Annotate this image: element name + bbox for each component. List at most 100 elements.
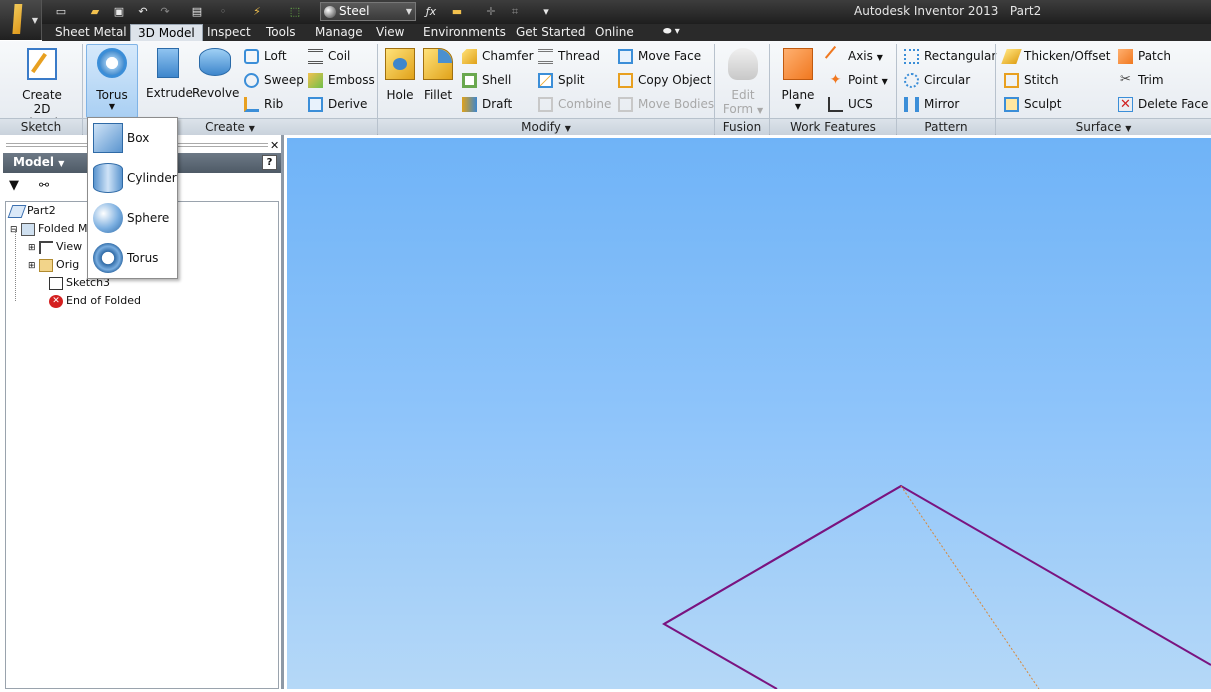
- part-icon: [7, 204, 27, 218]
- save-icon[interactable]: ▣: [110, 3, 128, 20]
- tab-tools[interactable]: Tools: [259, 24, 303, 41]
- plane-button[interactable]: Plane ▼: [776, 48, 820, 111]
- copy-object-label: Copy Object: [638, 73, 712, 87]
- find-binoculars-icon[interactable]: ⚯: [39, 178, 49, 192]
- thicken-offset-button[interactable]: Thicken/Offset: [1001, 46, 1112, 68]
- panel-surface-label[interactable]: Surface ▼: [996, 118, 1211, 135]
- tree-label: Part2: [27, 204, 56, 217]
- extrude-label: Extrude: [146, 86, 193, 100]
- tree-node-part2[interactable]: Part2: [7, 202, 56, 220]
- move-face-button[interactable]: Move Face: [616, 46, 712, 68]
- torus-icon: [97, 48, 127, 78]
- undo-icon[interactable]: ↶: [134, 3, 152, 20]
- trim-button[interactable]: ✂ Trim: [1116, 70, 1208, 92]
- tab-sheet-metal[interactable]: Sheet Metal: [48, 24, 134, 41]
- return-icon[interactable]: ▤: [188, 3, 206, 20]
- chevron-down-icon: ▼: [756, 106, 764, 115]
- select-icon[interactable]: ◦: [214, 3, 232, 20]
- tree-node-origin[interactable]: ⊞ Orig: [28, 256, 79, 274]
- panel-modify-label[interactable]: Modify ▼: [378, 118, 714, 135]
- tree-node-view[interactable]: ⊞ View: [28, 238, 82, 256]
- graphics-viewport[interactable]: [287, 138, 1211, 690]
- tree-node-end-of-folded[interactable]: ✕ End of Folded: [49, 292, 141, 310]
- sweep-icon: [244, 73, 259, 88]
- move-bodies-button[interactable]: Move Bodies: [616, 94, 714, 116]
- point-button[interactable]: ✦ Point ▼: [826, 70, 892, 92]
- menu-item-box[interactable]: Box: [90, 119, 176, 157]
- circular-pattern-button[interactable]: Circular: [902, 70, 994, 92]
- torus-split-button[interactable]: Torus ▼: [86, 44, 138, 118]
- torus-label: Torus: [96, 88, 128, 102]
- patch-button[interactable]: Patch: [1116, 46, 1208, 68]
- patch-icon: [1118, 49, 1133, 64]
- open-folder-icon[interactable]: ▰: [86, 3, 104, 20]
- rectangular-pattern-button[interactable]: Rectangular: [902, 46, 996, 68]
- tree-label: Orig: [56, 258, 80, 271]
- redo-icon[interactable]: ↷: [156, 3, 174, 20]
- application-menu-button[interactable]: ▼: [0, 0, 42, 40]
- derive-button[interactable]: Derive: [306, 94, 374, 116]
- new-file-icon[interactable]: ▭: [52, 3, 70, 20]
- loft-button[interactable]: Loft: [242, 46, 304, 68]
- delete-face-button[interactable]: ✕ Delete Face: [1116, 94, 1208, 116]
- grid-icon[interactable]: ⌗: [506, 3, 524, 20]
- loft-label: Loft: [264, 49, 287, 63]
- shell-button[interactable]: Shell: [460, 70, 532, 92]
- tab-get-started[interactable]: Get Started: [509, 24, 593, 41]
- chevron-down-icon: ▼: [58, 159, 65, 168]
- emboss-button[interactable]: Emboss: [306, 70, 375, 92]
- coil-button[interactable]: Coil: [306, 46, 374, 68]
- tab-manage[interactable]: Manage: [308, 24, 370, 41]
- axis-button[interactable]: Axis ▼: [824, 45, 892, 68]
- tab-environments[interactable]: Environments: [416, 24, 513, 41]
- mirror-button[interactable]: Mirror: [902, 94, 994, 116]
- customize-qat-icon[interactable]: ▾: [537, 3, 555, 20]
- rib-button[interactable]: Rib: [242, 94, 304, 116]
- extrude-button[interactable]: Extrude: [146, 48, 193, 100]
- ribbon-display-toggle[interactable]: ⬬ ▾: [656, 24, 687, 41]
- sculpt-button[interactable]: Sculpt: [1002, 94, 1112, 116]
- hole-button[interactable]: Hole: [382, 48, 418, 102]
- ucs-icon: [828, 97, 843, 112]
- tab-online[interactable]: Online: [588, 24, 641, 41]
- revolve-button[interactable]: Revolve: [192, 48, 239, 100]
- edit-form-label-1: Edit: [731, 88, 755, 102]
- stitch-button[interactable]: Stitch: [1002, 70, 1112, 92]
- tab-inspect[interactable]: Inspect: [200, 24, 258, 41]
- menu-item-sphere[interactable]: Sphere: [90, 199, 176, 237]
- delete-face-icon: ✕: [1118, 97, 1133, 112]
- construction-line: [900, 485, 1040, 690]
- app-name: Autodesk Inventor 2013: [854, 4, 999, 18]
- delete-face-label: Delete Face: [1138, 97, 1209, 111]
- sweep-button[interactable]: Sweep: [242, 70, 304, 92]
- thread-button[interactable]: Thread: [536, 46, 612, 68]
- material-select[interactable]: Steel ▼: [320, 2, 416, 21]
- material-value: Steel: [339, 4, 370, 18]
- thicken-icon: [1001, 49, 1022, 64]
- extrude-icon: [157, 48, 179, 78]
- split-button[interactable]: Split: [536, 70, 612, 92]
- tab-view[interactable]: View: [369, 24, 411, 41]
- help-icon[interactable]: ?: [262, 155, 277, 170]
- close-icon[interactable]: ✕: [270, 139, 279, 152]
- fillet-button[interactable]: Fillet: [420, 48, 456, 102]
- update-icon[interactable]: ⚡: [248, 3, 266, 20]
- thread-label: Thread: [558, 49, 600, 63]
- chamfer-button[interactable]: Chamfer: [460, 46, 534, 68]
- parameters-fx-icon[interactable]: ƒx: [422, 3, 440, 20]
- ucs-button[interactable]: UCS: [826, 94, 892, 116]
- draft-button[interactable]: Draft: [460, 94, 532, 116]
- tree-node-folded-model[interactable]: ⊟ Folded M: [10, 220, 88, 238]
- tab-3d-model[interactable]: 3D Model: [130, 24, 203, 41]
- combine-button[interactable]: Combine: [536, 94, 612, 116]
- filter-icon[interactable]: ▼: [9, 178, 19, 193]
- move-icon[interactable]: ✛: [482, 3, 500, 20]
- edit-form-button[interactable]: Edit Form ▼: [720, 48, 766, 118]
- menu-item-torus[interactable]: Torus: [90, 239, 176, 277]
- axis-label: Axis: [848, 49, 873, 63]
- copy-object-button[interactable]: Copy Object: [616, 70, 712, 92]
- select-filter-icon[interactable]: ⬚: [286, 3, 304, 20]
- stitch-label: Stitch: [1024, 73, 1059, 87]
- measure-icon[interactable]: ▬: [448, 3, 466, 20]
- menu-item-cylinder[interactable]: Cylinder: [90, 159, 177, 197]
